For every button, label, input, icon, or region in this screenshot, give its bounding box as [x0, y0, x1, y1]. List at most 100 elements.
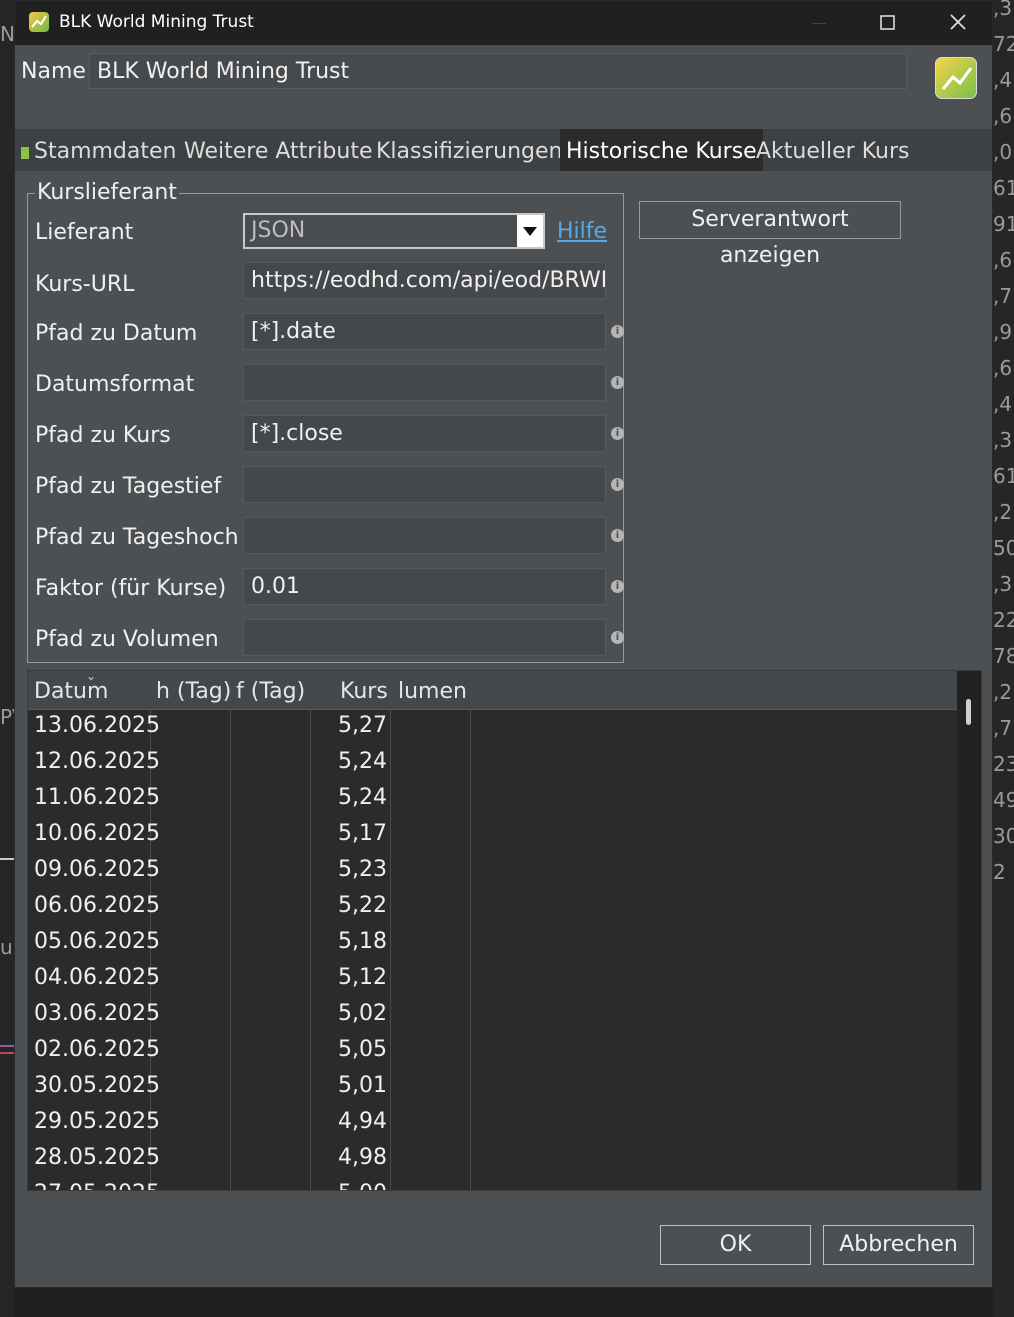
field-label: Pfad zu Tageshoch [35, 525, 239, 550]
background-text: u [0, 935, 13, 959]
background-text: 49 [993, 788, 1014, 812]
background-text: ,3 [993, 572, 1013, 596]
cell-kurs: 4,94 [338, 1109, 387, 1134]
cell-kurs: 5,18 [338, 929, 387, 954]
background-text: ,2 [993, 500, 1013, 524]
minimize-button[interactable] [795, 1, 841, 45]
tab-klassifizierungen[interactable]: Klassifizierungen [376, 129, 562, 171]
field-label: Pfad zu Volumen [35, 627, 219, 652]
close-button[interactable] [935, 1, 981, 45]
column-header-volumen[interactable]: lumen [398, 671, 473, 709]
background-text: 22 [993, 608, 1014, 632]
background-text: 91 [993, 212, 1014, 236]
table-header: Datum ⌄ h (Tag) f (Tag) Kurs lumen [28, 671, 957, 710]
cancel-button[interactable]: Abbrechen [823, 1225, 974, 1265]
cell-kurs: 5,05 [338, 1037, 387, 1062]
info-icon[interactable]: i [611, 529, 624, 542]
tab-bar: Stammdaten Weitere Attribute Klassifizie… [15, 129, 992, 171]
table-row[interactable]: 03.06.2025 5,02 [28, 997, 957, 1033]
column-header-tief[interactable]: f (Tag) [236, 671, 311, 709]
background-line [0, 1045, 14, 1047]
faktor-input[interactable]: 0.01 [243, 568, 606, 605]
field-label: Pfad zu Kurs [35, 423, 171, 448]
table-row[interactable]: 11.06.2025 5,24 [28, 781, 957, 817]
table-row[interactable]: 02.06.2025 5,05 [28, 1033, 957, 1069]
lieferant-value: JSON [251, 218, 306, 243]
background-text: ,9 [993, 320, 1013, 344]
vertical-scrollbar[interactable] [957, 671, 981, 1190]
pfad-datum-input[interactable]: [*].date [243, 313, 606, 350]
cell-datum: 05.06.2025 [34, 929, 160, 954]
column-header-hoch[interactable]: h (Tag) [156, 671, 231, 709]
table-row[interactable]: 05.06.2025 5,18 [28, 925, 957, 961]
tab-weitere-attribute[interactable]: Weitere Attribute [184, 129, 373, 171]
serverantwort-button[interactable]: Serverantwort anzeigen [639, 201, 901, 268]
info-icon[interactable]: i [611, 376, 624, 389]
info-icon[interactable]: i [611, 478, 624, 491]
security-dialog: BLK World Mining Trust Name Stammdaten W… [14, 0, 993, 1288]
pfad-volumen-input[interactable] [243, 619, 606, 656]
table-row[interactable]: 10.06.2025 5,17 [28, 817, 957, 853]
name-input[interactable] [89, 53, 907, 89]
background-text: 72 [993, 32, 1014, 56]
pfad-kurs-input[interactable]: [*].close [243, 415, 606, 452]
background-text: 50 [993, 536, 1014, 560]
tab-label: Stammdaten [34, 139, 177, 164]
table-row[interactable]: 04.06.2025 5,12 [28, 961, 957, 997]
background-right-strip: ,3 72 ,4 ,6 ,0 61 91 ,6 ,7 ,9 ,6 ,4 ,3 61 ,2 50 ,3 22 78 ,2… [993, 0, 1014, 1317]
cell-datum: 06.06.2025 [34, 893, 160, 918]
close-icon [950, 14, 966, 30]
group-title: Kurslieferant [35, 180, 179, 205]
lieferant-label: Lieferant [35, 220, 134, 245]
ok-button[interactable]: OK [660, 1225, 811, 1265]
field-label: Faktor (für Kurse) [35, 576, 227, 601]
background-text: 78 [993, 644, 1014, 668]
sort-indicator-icon: ⌄ [86, 670, 97, 683]
cell-datum: 13.06.2025 [34, 713, 160, 738]
background-text: ,7 [993, 716, 1013, 740]
cell-datum: 03.06.2025 [34, 1001, 160, 1026]
maximize-button[interactable] [865, 1, 911, 45]
hilfe-link[interactable]: Hilfe [557, 219, 607, 244]
cell-datum: 10.06.2025 [34, 821, 160, 846]
tab-historische-kurse[interactable]: Historische Kurse [560, 129, 763, 171]
chevron-down-icon[interactable] [517, 215, 543, 247]
lieferant-select[interactable]: JSON [243, 213, 545, 249]
kurs-url-input[interactable]: https://eodhd.com/api/eod/BRWN [243, 262, 606, 299]
datumsformat-input[interactable] [243, 364, 606, 401]
cell-datum: 27.05.2025 [34, 1181, 160, 1190]
cell-kurs: 5,27 [338, 713, 387, 738]
background-text: ,6 [993, 356, 1013, 380]
info-icon[interactable]: i [611, 325, 624, 338]
background-text: ,0 [993, 140, 1013, 164]
table-row[interactable]: 13.06.2025 5,27 [28, 709, 957, 745]
tab-stammdaten[interactable]: Stammdaten [21, 129, 176, 171]
background-text: 30, [993, 824, 1014, 848]
background-text: 23 [993, 752, 1014, 776]
info-icon[interactable]: i [611, 631, 624, 644]
background-text: ,6 [993, 248, 1013, 272]
table-row[interactable]: 09.06.2025 5,23 [28, 853, 957, 889]
table-row[interactable]: 12.06.2025 5,24 [28, 745, 957, 781]
info-icon[interactable]: i [611, 580, 624, 593]
tab-aktueller-kurs[interactable]: Aktueller Kurs [756, 129, 909, 171]
table-row[interactable]: 29.05.2025 4,94 [28, 1105, 957, 1141]
price-table: Datum ⌄ h (Tag) f (Tag) Kurs lumen 13.06… [27, 670, 982, 1191]
info-icon[interactable]: i [611, 427, 624, 440]
maximize-icon [880, 15, 895, 30]
scrollbar-thumb[interactable] [966, 699, 971, 725]
field-label: Kurs-URL [35, 272, 135, 297]
table-row[interactable]: 06.06.2025 5,22 [28, 889, 957, 925]
table-row[interactable]: 30.05.2025 5,01 [28, 1069, 957, 1105]
app-icon [29, 12, 49, 32]
cell-kurs: 5,24 [338, 749, 387, 774]
background-text: ,4 [993, 392, 1013, 416]
pfad-tagestief-input[interactable] [243, 466, 606, 503]
pfad-tageshoch-input[interactable] [243, 517, 606, 554]
cell-datum: 28.05.2025 [34, 1145, 160, 1170]
table-row[interactable]: 27.05.2025 5,00 [28, 1177, 957, 1190]
table-row[interactable]: 28.05.2025 4,98 [28, 1141, 957, 1177]
tab-label: Aktueller Kurs [756, 139, 910, 164]
background-text: ,4 [993, 68, 1013, 92]
cell-kurs: 4,98 [338, 1145, 387, 1170]
